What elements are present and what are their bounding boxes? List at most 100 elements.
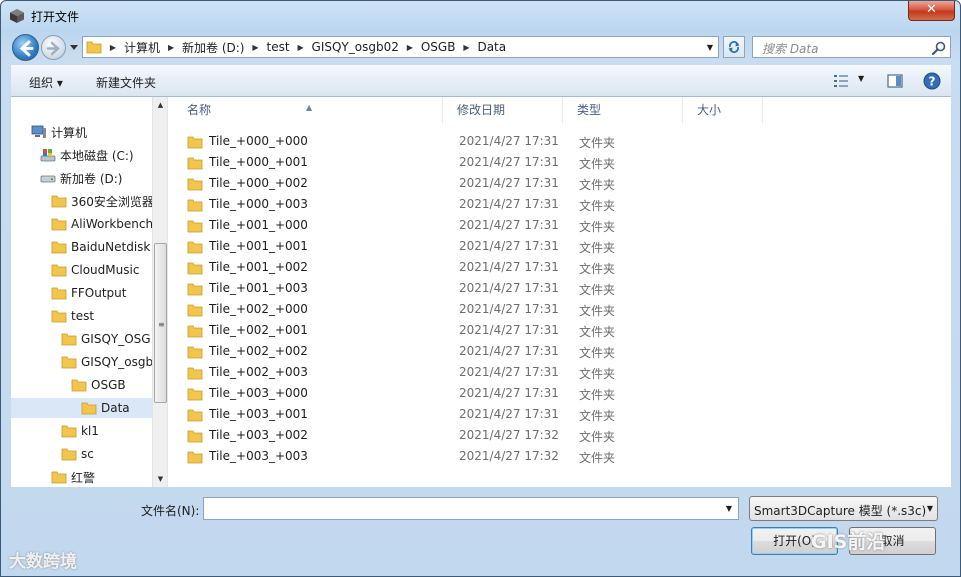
folder-icon [187,157,203,169]
breadcrumb-computer[interactable]: ▶ 计算机 [105,37,163,57]
breadcrumb-osgb[interactable]: ▶ OSGB [402,37,459,57]
file-row[interactable]: Tile_+003_+000 2021/4/27 17:31 文件夹 [187,383,747,404]
folder-icon [187,304,203,316]
file-row[interactable]: Tile_+002_+000 2021/4/27 17:31 文件夹 [187,299,747,320]
breadcrumb-label[interactable]: test [263,40,292,54]
breadcrumb-label[interactable]: 新加卷 (D:) [179,39,247,56]
nav-item-computer[interactable]: 计算机 [31,122,87,142]
search-placeholder[interactable]: 搜索 Data [762,40,818,57]
help-icon[interactable]: ? [923,72,941,90]
address-folder-icon [83,37,105,57]
navigation-scrollbar[interactable]: ▲ ≡ ▼ [152,97,167,487]
view-dropdown-icon[interactable]: ▼ [858,74,864,83]
breadcrumb-arrow-icon[interactable]: ▶ [247,43,263,52]
nav-item-folder[interactable]: GISQY_osgb [61,352,153,372]
nav-item-folder[interactable]: GISQY_OSG [61,329,151,349]
address-bar[interactable]: ▶ 计算机 ▶ 新加卷 (D:) ▶ test ▶ GISQY_osgb02 ▶… [82,36,719,58]
folder-icon [187,241,203,253]
view-options-icon[interactable] [833,73,849,89]
folder-icon [187,346,203,358]
nav-item-folder[interactable]: 360安全浏览器 [51,191,154,211]
nav-item-folder[interactable]: AliWorkbench [51,214,153,234]
column-header-type[interactable]: 类型 [563,97,683,123]
file-row[interactable]: Tile_+002_+003 2021/4/27 17:31 文件夹 [187,362,747,383]
search-box[interactable]: 搜索 Data [752,36,951,58]
file-row[interactable]: Tile_+001_+001 2021/4/27 17:31 文件夹 [187,236,747,257]
forward-arrow-icon [46,41,60,56]
filename-dropdown-icon[interactable]: ▼ [720,498,738,519]
file-row[interactable]: Tile_+002_+001 2021/4/27 17:31 文件夹 [187,320,747,341]
filename-field[interactable]: ▼ [203,497,739,520]
title-bar[interactable]: 打开文件 ✕ [1,1,960,31]
folder-icon [61,356,77,369]
file-row[interactable]: Tile_+003_+003 2021/4/27 17:32 文件夹 [187,446,747,467]
file-row[interactable]: Tile_+003_+001 2021/4/27 17:31 文件夹 [187,404,747,425]
nav-item-folder[interactable]: CloudMusic [51,260,139,280]
breadcrumb-arrow-icon[interactable]: ▶ [293,43,309,52]
column-header-size[interactable]: 大小 [683,97,763,123]
nav-item-label: sc [81,447,94,461]
preview-pane-icon[interactable] [887,73,903,89]
filetype-select[interactable]: Smart3DCapture 模型 (*.s3c) ▼ [749,496,938,521]
nav-item-folder[interactable]: sc [61,444,94,464]
filename-input[interactable] [204,498,719,519]
file-row[interactable]: Tile_+000_+000 2021/4/27 17:31 文件夹 [187,131,747,152]
file-name: Tile_+000_+001 [209,155,308,169]
forward-button[interactable] [41,35,66,60]
column-header-label: 类型 [577,103,602,117]
computer-icon [31,125,46,138]
pane-splitter[interactable] [167,97,171,487]
breadcrumb-arrow-icon[interactable]: ▶ [105,43,121,52]
nav-item-folder[interactable]: test [51,306,94,326]
breadcrumb-arrow-icon[interactable]: ▶ [458,43,474,52]
breadcrumb-arrow-icon[interactable]: ▶ [402,43,418,52]
breadcrumb-label[interactable]: Data [474,40,509,54]
breadcrumb-label[interactable]: 计算机 [121,39,163,56]
scrollbar-thumb[interactable]: ≡ [154,243,167,403]
file-type: 文件夹 [579,199,616,213]
navigation-bar: ▶ 计算机 ▶ 新加卷 (D:) ▶ test ▶ GISQY_osgb02 ▶… [1,31,960,63]
file-row[interactable]: Tile_+000_+001 2021/4/27 17:31 文件夹 [187,152,747,173]
organize-menu[interactable]: 组织 ▾ [29,74,63,91]
file-row[interactable]: Tile_+002_+002 2021/4/27 17:31 文件夹 [187,341,747,362]
nav-item-folder[interactable]: BaiduNetdisk [51,237,150,257]
breadcrumb-drive-d[interactable]: ▶ 新加卷 (D:) [163,37,247,57]
file-row[interactable]: Tile_+001_+003 2021/4/27 17:31 文件夹 [187,278,747,299]
back-button[interactable] [12,34,39,61]
close-button[interactable]: ✕ [908,1,955,21]
file-list-pane[interactable]: 名称 ▲ 修改日期 类型 大小 Tile_+000_+000 2021/4/27 … [173,97,951,487]
column-header-name[interactable]: 名称 ▲ [173,97,443,123]
folder-icon [51,287,67,300]
breadcrumb-label[interactable]: GISQY_osgb02 [309,40,402,54]
breadcrumb-test[interactable]: ▶ test [247,37,292,57]
navigation-pane[interactable]: 计算机 本地磁盘 (C:) 新加卷 (D:) 360安全浏览器 AliWorkb… [11,97,167,487]
nav-item-data-selected[interactable]: Data [11,398,152,418]
file-row[interactable]: Tile_+000_+003 2021/4/27 17:31 文件夹 [187,194,747,215]
file-name: Tile_+003_+000 [209,386,308,400]
search-icon[interactable] [931,40,947,56]
breadcrumb-label[interactable]: OSGB [418,40,459,54]
nav-item-drive-d[interactable]: 新加卷 (D:) [40,168,122,188]
file-row[interactable]: Tile_+001_+002 2021/4/27 17:31 文件夹 [187,257,747,278]
file-row[interactable]: Tile_+003_+002 2021/4/27 17:32 文件夹 [187,425,747,446]
scroll-down-icon[interactable]: ▼ [153,471,167,487]
nav-item-folder[interactable]: kl1 [61,421,99,441]
nav-item-drive-c[interactable]: 本地磁盘 (C:) [40,145,134,165]
breadcrumb-arrow-icon[interactable]: ▶ [163,43,179,52]
nav-item-folder[interactable]: OSGB [71,375,126,395]
breadcrumb-data[interactable]: ▶ Data [458,37,509,57]
column-header-date[interactable]: 修改日期 [443,97,563,123]
new-folder-button[interactable]: 新建文件夹 [96,74,156,91]
nav-item-folder[interactable]: FFOutput [51,283,127,303]
nav-item-folder[interactable]: 红警 [51,467,95,487]
file-name: Tile_+002_+003 [209,365,308,379]
breadcrumb-gisqy-osgb02[interactable]: ▶ GISQY_osgb02 [293,37,402,57]
file-name: Tile_+001_+000 [209,218,308,232]
refresh-button[interactable] [723,36,745,58]
file-row[interactable]: Tile_+001_+000 2021/4/27 17:31 文件夹 [187,215,747,236]
scroll-up-icon[interactable]: ▲ [153,97,167,113]
file-row[interactable]: Tile_+000_+002 2021/4/27 17:31 文件夹 [187,173,747,194]
address-dropdown-icon[interactable]: ▼ [702,37,718,57]
history-dropdown-icon[interactable] [68,41,80,53]
nav-item-label: 计算机 [51,125,88,140]
